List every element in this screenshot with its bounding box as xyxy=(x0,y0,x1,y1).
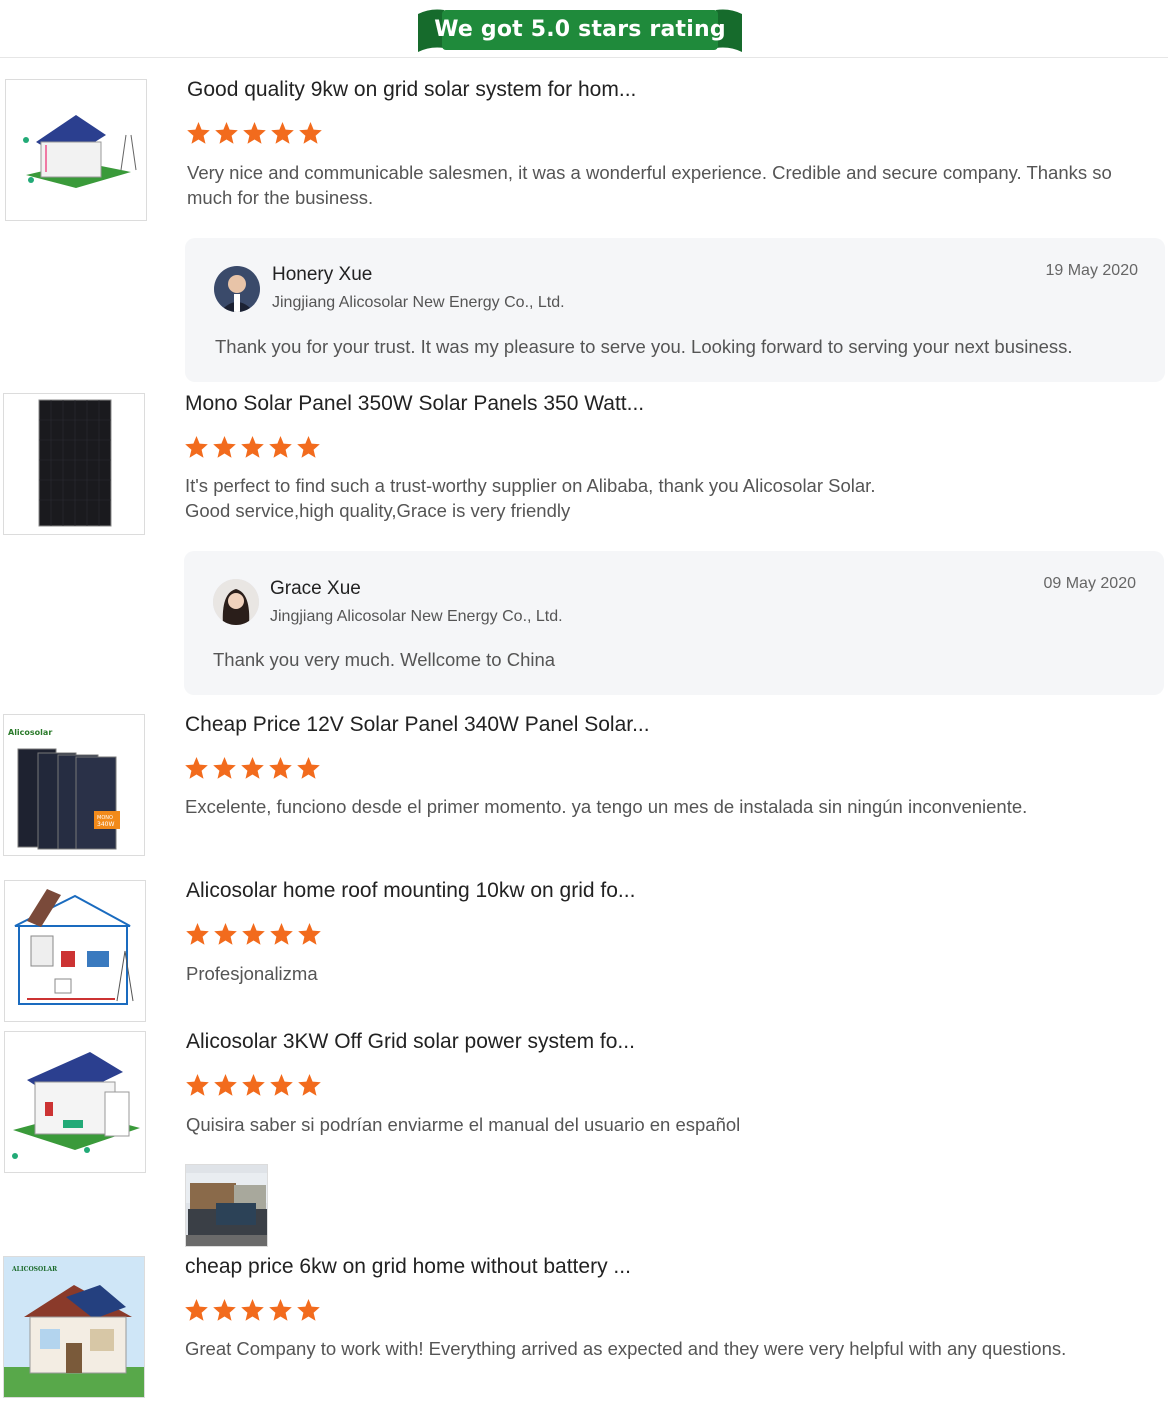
review-text: Very nice and communicable salesmen, it … xyxy=(187,162,1112,208)
banner-divider xyxy=(0,57,1168,58)
review-title[interactable]: cheap price 6kw on grid home without bat… xyxy=(185,1255,631,1279)
on-grid-home-icon: ALICOSOLAR xyxy=(4,1257,144,1397)
star-icon xyxy=(269,1073,294,1098)
star-icon xyxy=(297,922,322,947)
reply-text: Thank you for your trust. It was my plea… xyxy=(215,336,1073,357)
review-title[interactable]: Cheap Price 12V Solar Panel 340W Panel S… xyxy=(185,713,650,737)
review-title[interactable]: Good quality 9kw on grid solar system fo… xyxy=(187,78,636,102)
star-icon xyxy=(214,121,239,146)
product-thumbnail[interactable]: Alicosolar MONO 340W xyxy=(3,714,145,856)
product-thumbnail[interactable] xyxy=(5,79,147,221)
star-icon xyxy=(242,121,267,146)
review-text: It's perfect to find such a trust-worthy… xyxy=(185,473,875,523)
avatar xyxy=(214,266,260,312)
review-title[interactable]: Alicosolar 3KW Off Grid solar power syst… xyxy=(186,1030,635,1054)
review-text-line: It's perfect to find such a trust-worthy… xyxy=(185,475,876,496)
thumb-brand: Alicosolar xyxy=(8,728,52,737)
star-icon xyxy=(269,922,294,947)
star-icon xyxy=(213,1073,238,1098)
star-icon xyxy=(268,435,293,460)
star-icon xyxy=(298,121,323,146)
star-icon xyxy=(184,756,209,781)
star-rating xyxy=(185,922,322,948)
thumb-brand: ALICOSOLAR xyxy=(11,1266,58,1273)
review-photo[interactable] xyxy=(185,1164,268,1247)
thumb-badge-watt: 340W xyxy=(97,821,114,828)
star-rating xyxy=(185,1073,322,1099)
reply-date: 09 May 2020 xyxy=(1043,575,1136,592)
star-icon xyxy=(296,756,321,781)
roof-mounting-diagram-icon xyxy=(14,889,134,1005)
star-rating xyxy=(184,1298,321,1324)
off-grid-house-icon xyxy=(12,1052,140,1159)
star-icon xyxy=(240,435,265,460)
product-thumbnail[interactable] xyxy=(4,1031,146,1173)
star-icon xyxy=(270,121,295,146)
star-icon xyxy=(186,121,211,146)
product-thumbnail[interactable] xyxy=(3,393,145,535)
reply-text: Thank you very much. Wellcome to China xyxy=(213,649,556,670)
star-icon xyxy=(241,922,266,947)
review-text: Profesjonalizma xyxy=(186,963,318,984)
product-thumbnail[interactable] xyxy=(4,880,146,1022)
review-title[interactable]: Mono Solar Panel 350W Solar Panels 350 W… xyxy=(185,392,644,416)
avatar xyxy=(213,579,259,625)
star-icon xyxy=(297,1073,322,1098)
seller-reply: Honery Xue Jingjiang Alicosolar New Ener… xyxy=(185,238,1165,382)
review-text: Great Company to work with! Everything a… xyxy=(185,1338,1067,1359)
reply-company: Jingjiang Alicosolar New Energy Co., Ltd… xyxy=(272,294,565,311)
star-icon xyxy=(212,1298,237,1323)
star-rating xyxy=(184,435,321,461)
star-icon xyxy=(213,922,238,947)
solar-panels-stack-icon: Alicosolar MONO 340W xyxy=(8,728,120,850)
star-icon xyxy=(268,1298,293,1323)
star-rating xyxy=(186,121,323,147)
review-text: Quisira saber si podrían enviarme el man… xyxy=(186,1114,741,1135)
star-icon xyxy=(268,756,293,781)
banner-text: We got 5.0 stars rating xyxy=(434,17,726,42)
review-title[interactable]: Alicosolar home roof mounting 10kw on gr… xyxy=(186,879,635,903)
star-icon xyxy=(240,1298,265,1323)
grid-solar-house-icon xyxy=(23,115,137,188)
star-icon xyxy=(212,435,237,460)
review-text-line: Good service,high quality,Grace is very … xyxy=(185,500,571,521)
rating-banner: We got 5.0 stars rating xyxy=(418,8,742,52)
mono-solar-panel-icon xyxy=(38,399,112,527)
star-icon xyxy=(185,1073,210,1098)
star-icon xyxy=(212,756,237,781)
star-icon xyxy=(296,435,321,460)
review-text: Excelente, funciono desde el primer mome… xyxy=(185,796,1028,817)
star-icon xyxy=(184,1298,209,1323)
star-icon xyxy=(184,435,209,460)
seller-reply: Grace Xue Jingjiang Alicosolar New Energ… xyxy=(184,551,1164,695)
star-rating xyxy=(184,756,321,782)
customer-photo-icon xyxy=(186,1165,267,1246)
star-icon xyxy=(240,756,265,781)
star-icon xyxy=(296,1298,321,1323)
reply-company: Jingjiang Alicosolar New Energy Co., Ltd… xyxy=(270,608,563,625)
star-icon xyxy=(241,1073,266,1098)
product-thumbnail[interactable]: ALICOSOLAR xyxy=(3,1256,145,1398)
reply-author: Honery Xue xyxy=(272,264,373,285)
star-icon xyxy=(185,922,210,947)
reply-date: 19 May 2020 xyxy=(1045,262,1138,279)
reply-author: Grace Xue xyxy=(270,578,361,599)
